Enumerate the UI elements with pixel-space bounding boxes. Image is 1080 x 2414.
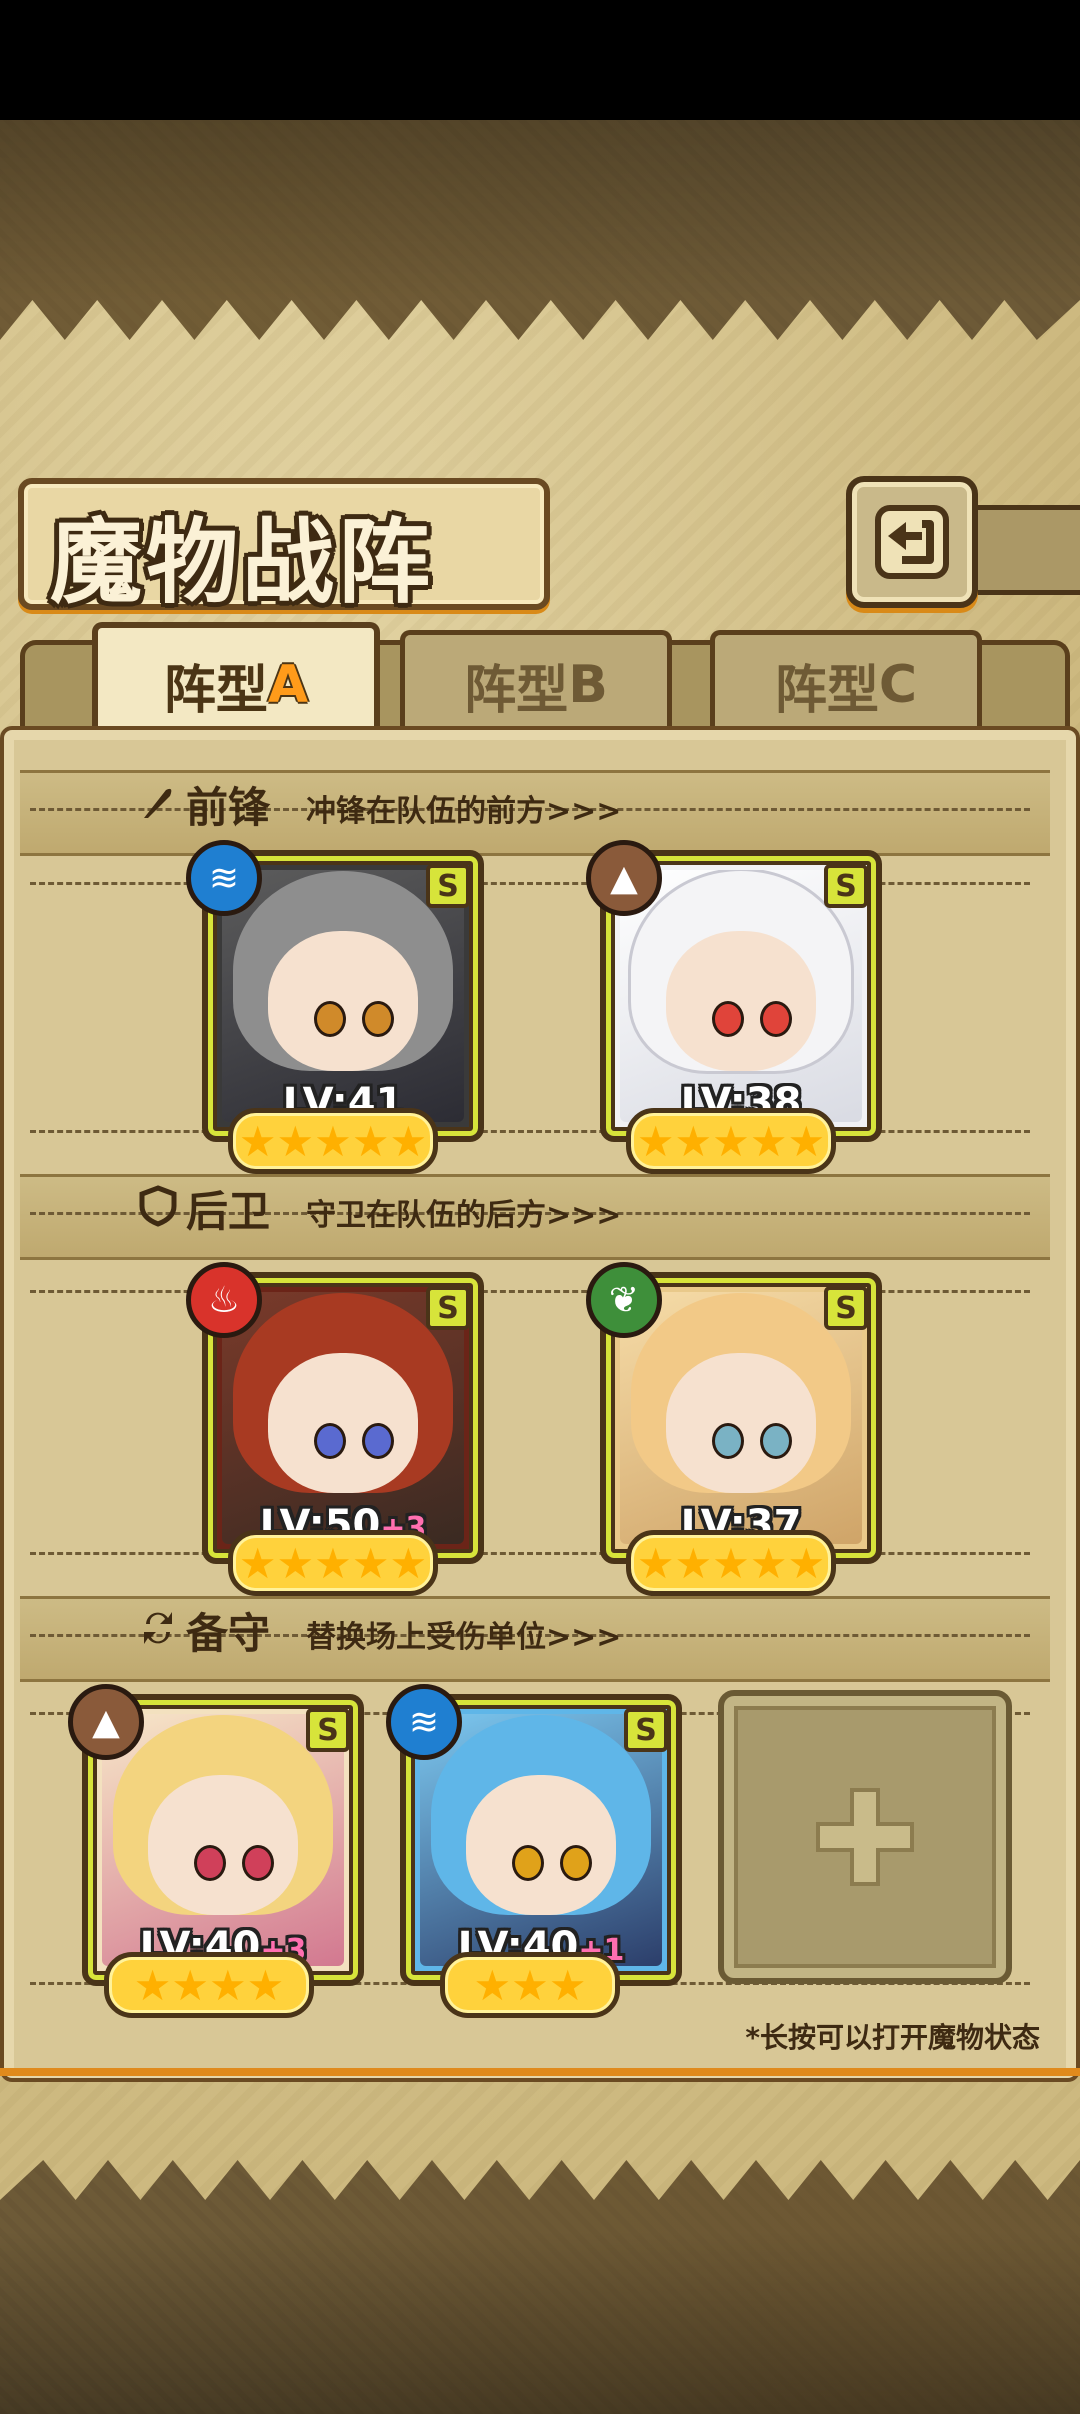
star-rating: ★★★: [440, 1952, 620, 2018]
return-icon: [875, 505, 949, 579]
rearguard-title: 后卫: [186, 1187, 271, 1236]
tab-label: 阵型: [464, 660, 569, 721]
back-button[interactable]: [846, 476, 978, 608]
unit-eye: [313, 1001, 346, 1038]
tab-formation-a[interactable]: 阵型 A: [92, 622, 380, 742]
tab-formation-c[interactable]: 阵型 C: [710, 630, 982, 735]
fire-icon: ♨: [186, 1262, 262, 1338]
rank-badge: S: [824, 864, 868, 908]
unit-face: [148, 1775, 298, 1916]
rank-badge: S: [624, 1708, 668, 1752]
tab-letter: A: [267, 655, 309, 715]
status-bar: [0, 0, 1080, 120]
feather-icon: [144, 788, 172, 818]
rank-badge: S: [824, 1286, 868, 1330]
tab-letter: B: [568, 655, 608, 715]
shield-icon: [139, 1185, 177, 1227]
unit-eye: [711, 1423, 744, 1460]
vanguard-title: 前锋: [186, 783, 271, 832]
reserve-title: 备守: [186, 1609, 271, 1658]
unit-eye: [711, 1001, 744, 1038]
reserve-subtitle: 替换场上受伤单位>>>: [306, 1620, 622, 1655]
rank-badge: S: [426, 864, 470, 908]
leaf-icon: ❦: [586, 1262, 662, 1338]
rank-badge: S: [426, 1286, 470, 1330]
star-rating: ★★★★: [104, 1952, 314, 2018]
unit-eye: [313, 1423, 346, 1460]
earth-icon: ▲: [68, 1684, 144, 1760]
tab-label: 阵型: [163, 660, 268, 721]
unit-eye: [511, 1845, 544, 1882]
unit-face: [268, 1353, 418, 1494]
unit-face: [666, 1353, 816, 1494]
unit-face: [466, 1775, 616, 1916]
water-icon: ≋: [386, 1684, 462, 1760]
vanguard-subtitle: 冲锋在队伍的前方>>>: [306, 794, 622, 829]
back-button-tail: [966, 505, 1080, 595]
unit-face: [268, 931, 418, 1072]
unit-eye: [193, 1845, 226, 1882]
star-rating: ★★★★★: [228, 1108, 438, 1174]
unit-face: [666, 931, 816, 1072]
rearguard-subtitle: 守卫在队伍的后方>>>: [306, 1198, 622, 1233]
panel-edge: [0, 2068, 1080, 2076]
earth-icon: ▲: [586, 840, 662, 916]
star-rating: ★★★★★: [626, 1108, 836, 1174]
plus-icon: [816, 1788, 914, 1886]
water-icon: ≋: [186, 840, 262, 916]
rank-badge: S: [306, 1708, 350, 1752]
long-press-hint: *长按可以打开魔物状态: [745, 2021, 1040, 2054]
swap-icon: [144, 1612, 172, 1644]
star-rating: ★★★★★: [626, 1530, 836, 1596]
page-title: 魔物战阵: [50, 508, 435, 616]
add-unit-slot[interactable]: [718, 1690, 1012, 1984]
tab-letter: C: [878, 655, 918, 715]
tab-label: 阵型: [774, 660, 879, 721]
star-rating: ★★★★★: [228, 1530, 438, 1596]
tab-formation-b[interactable]: 阵型 B: [400, 630, 672, 735]
